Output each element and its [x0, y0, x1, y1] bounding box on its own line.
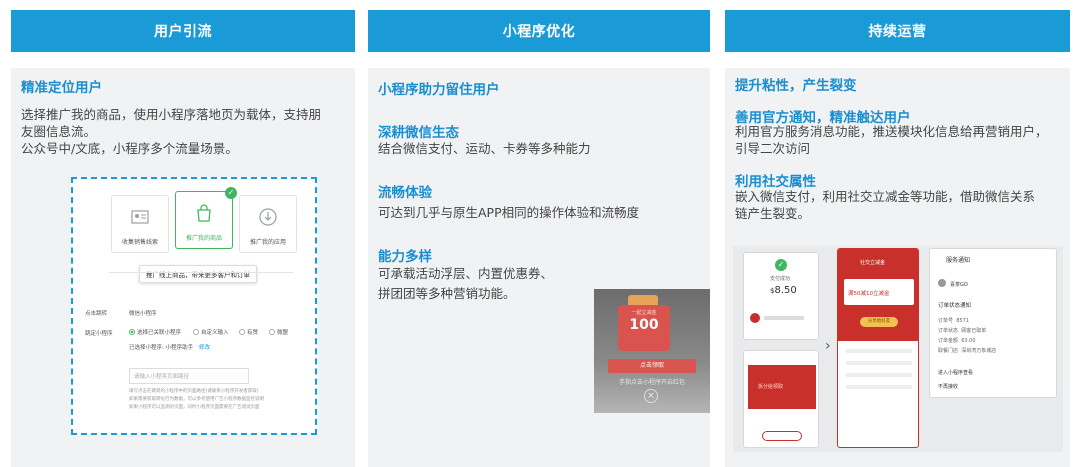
- section-title: 深耕微信生态: [378, 125, 459, 141]
- screenshots-panel: ✓ 支付成功 $8.50 拆分给领取 › 社交立减金 满50减10立减金 分享给…: [733, 246, 1063, 452]
- tile-label: 推广我的应用: [249, 239, 286, 246]
- page-path-input[interactable]: 请输入小程序页面路径: [129, 368, 249, 384]
- column-user-acquisition: 用户引流: [11, 10, 355, 52]
- section-text-line-2: 拼团团等多种营销功能。: [378, 286, 516, 301]
- tile-promote-app: 推广我的应用: [239, 195, 297, 253]
- radio-icon: [193, 329, 199, 335]
- ad-setup-mockup: 收集销售线索 推广我的商品 ✓ 推广我的应用 推广线上商品，带来更多客户和订单 …: [71, 177, 317, 435]
- radio-option[interactable]: 选择已关联小程序: [129, 328, 181, 336]
- notify-row: 订单号 8571: [938, 318, 969, 324]
- phone-service-notification: 服务通知 喜茶GO 订单状态通知 订单号 8571 订单状态 顾客已取单 订单金…: [929, 248, 1057, 398]
- contact-card-icon: [131, 210, 149, 224]
- coupon-top-text: 一起立减金: [631, 310, 657, 316]
- tooltip: 推广线上商品，带来更多客户和订单: [139, 265, 257, 283]
- shopping-bag-icon: [197, 204, 211, 222]
- row-value: 微信小程序: [129, 311, 157, 317]
- row-label: 点击跳转: [85, 311, 108, 317]
- tile-collect-leads: 收集销售线索: [111, 195, 169, 253]
- section-text-line-2: 友圈信息流。: [21, 124, 97, 139]
- phone-payment: ✓ 支付成功 $8.50: [743, 252, 819, 340]
- hint-text: 如果小程序可以监测的页面，同时小程序页面需要在广告测试页面: [129, 405, 260, 410]
- section-text-line-1: 利用官方服务消息功能，推送模块化信息给再营销用户，: [735, 124, 1048, 139]
- section-text: 结合微信支付、运动、卡券等多种能力: [378, 141, 591, 156]
- coupon-icon: [750, 313, 760, 323]
- radio-option[interactable]: 微盟: [269, 328, 288, 336]
- radio-icon: [269, 329, 275, 335]
- claim-button[interactable]: 点击领取: [608, 359, 696, 373]
- section-text: 可达到几乎与原生APP相同的操作体验和流畅度: [378, 205, 640, 220]
- list-line: [846, 385, 912, 389]
- notify-title: 服务通知: [946, 257, 971, 264]
- download-icon: [259, 208, 277, 226]
- section-text-line-3: 公众号中/文底，小程序多个流量场景。: [21, 141, 238, 156]
- column-mini-program-optimization: 小程序优化: [368, 10, 710, 52]
- section-text-line-1: 可承载活动浮层、内置优惠券、: [378, 266, 554, 281]
- section-title: 能力多样: [378, 249, 432, 265]
- hint-text: 填写点击在跳转的小程序中的页面路径(请联系小程序开发者获取): [129, 389, 259, 394]
- column-header: 持续运营: [725, 10, 1070, 52]
- check-icon: ✓: [225, 187, 237, 199]
- section-text-line-1: 选择推广我的商品，使用小程序落地页为载体，支持朋: [21, 107, 322, 122]
- open-mini-program-link[interactable]: 进入小程序查看: [938, 369, 973, 376]
- hint-text: 如果需要获取转化行为数据，可以参考使用广告小程序数据监控说明: [129, 397, 264, 402]
- coupon-amount: 100: [629, 317, 659, 333]
- share-button[interactable]: [762, 431, 802, 441]
- promo-overlay-image: 一起立减金 100 点击领取 手指点击小程序开启红包 ×: [594, 289, 710, 413]
- share-friend-button[interactable]: 分享给好友: [860, 317, 898, 327]
- section-title: 提升粘性，产生裂变: [735, 78, 857, 94]
- unsubscribe-link[interactable]: 不再接收: [938, 383, 958, 390]
- radio-selected-icon: [129, 329, 135, 335]
- notify-row: 取餐门店 深圳湾万象城店: [938, 348, 997, 354]
- column-body-3: 提升粘性，产生裂变 善用官方通知，精准触达用户 利用官方服务消息功能，推送模块化…: [725, 68, 1070, 467]
- column-continuous-operation: 持续运营: [725, 10, 1070, 52]
- red-text: 拆分给领取: [758, 384, 784, 390]
- pay-amount: $8.50: [770, 285, 797, 296]
- divider: [109, 272, 293, 273]
- chevron-right-icon: ›: [825, 338, 831, 354]
- column-header: 用户引流: [11, 10, 355, 52]
- tile-label: 收集销售线索: [121, 239, 158, 246]
- column-body-2: 小程序助力留住用户 深耕微信生态 结合微信支付、运动、卡券等多种能力 流畅体验 …: [368, 68, 710, 467]
- column-header: 小程序优化: [368, 10, 710, 52]
- section-text-line-2: 链产生裂变。: [735, 206, 811, 221]
- list-line: [846, 361, 912, 365]
- brand-avatar: [938, 279, 946, 287]
- section-text-line-1: 嵌入微信支付，利用社交立减金等功能，借助微信关系: [735, 189, 1036, 204]
- row-label: 跳定小程序: [85, 331, 113, 337]
- close-icon[interactable]: ×: [644, 389, 658, 403]
- notify-row: 订单金额 63.00: [938, 338, 976, 344]
- radio-icon: [239, 329, 245, 335]
- section-text-line-2: 引导二次访问: [735, 141, 811, 156]
- notify-brand: 喜茶GO: [950, 282, 968, 288]
- selected-mini-program: 已选择小程序: 小程序助手: [129, 345, 194, 351]
- pay-label: 支付成功: [770, 276, 791, 282]
- phone-red-coupon: 社交立减金 满50减10立减金 分享给好友: [837, 248, 919, 448]
- radio-option[interactable]: 自定义输入: [193, 328, 229, 336]
- list-line: [846, 349, 912, 353]
- section-title: 利用社交属性: [735, 174, 816, 190]
- list-line: [846, 373, 912, 377]
- tile-promote-goods: 推广我的商品 ✓: [175, 187, 237, 249]
- tile-label: 推广我的商品: [185, 235, 222, 242]
- section-title: 小程序助力留住用户: [378, 82, 500, 98]
- notify-row: 订单状态 顾客已取单: [938, 328, 987, 334]
- section-title: 精准定位用户: [21, 80, 102, 96]
- section-title: 流畅体验: [378, 185, 432, 201]
- phone-share-coupon: 拆分给领取: [743, 350, 819, 448]
- column-body-1: 精准定位用户 选择推广我的商品，使用小程序落地页为载体，支持朋 友圈信息流。 公…: [11, 68, 355, 467]
- placeholder-line: [764, 316, 804, 320]
- coupon-title: 满50减10立减金: [848, 291, 890, 297]
- modify-link[interactable]: 修改: [199, 343, 210, 351]
- red-title: 社交立减金: [860, 260, 886, 266]
- success-check-icon: ✓: [775, 259, 787, 271]
- caption-text: 手指点击小程序开启红包: [618, 379, 685, 386]
- notify-heading: 订单状态通知: [938, 303, 972, 309]
- radio-option[interactable]: 有赞: [239, 328, 258, 336]
